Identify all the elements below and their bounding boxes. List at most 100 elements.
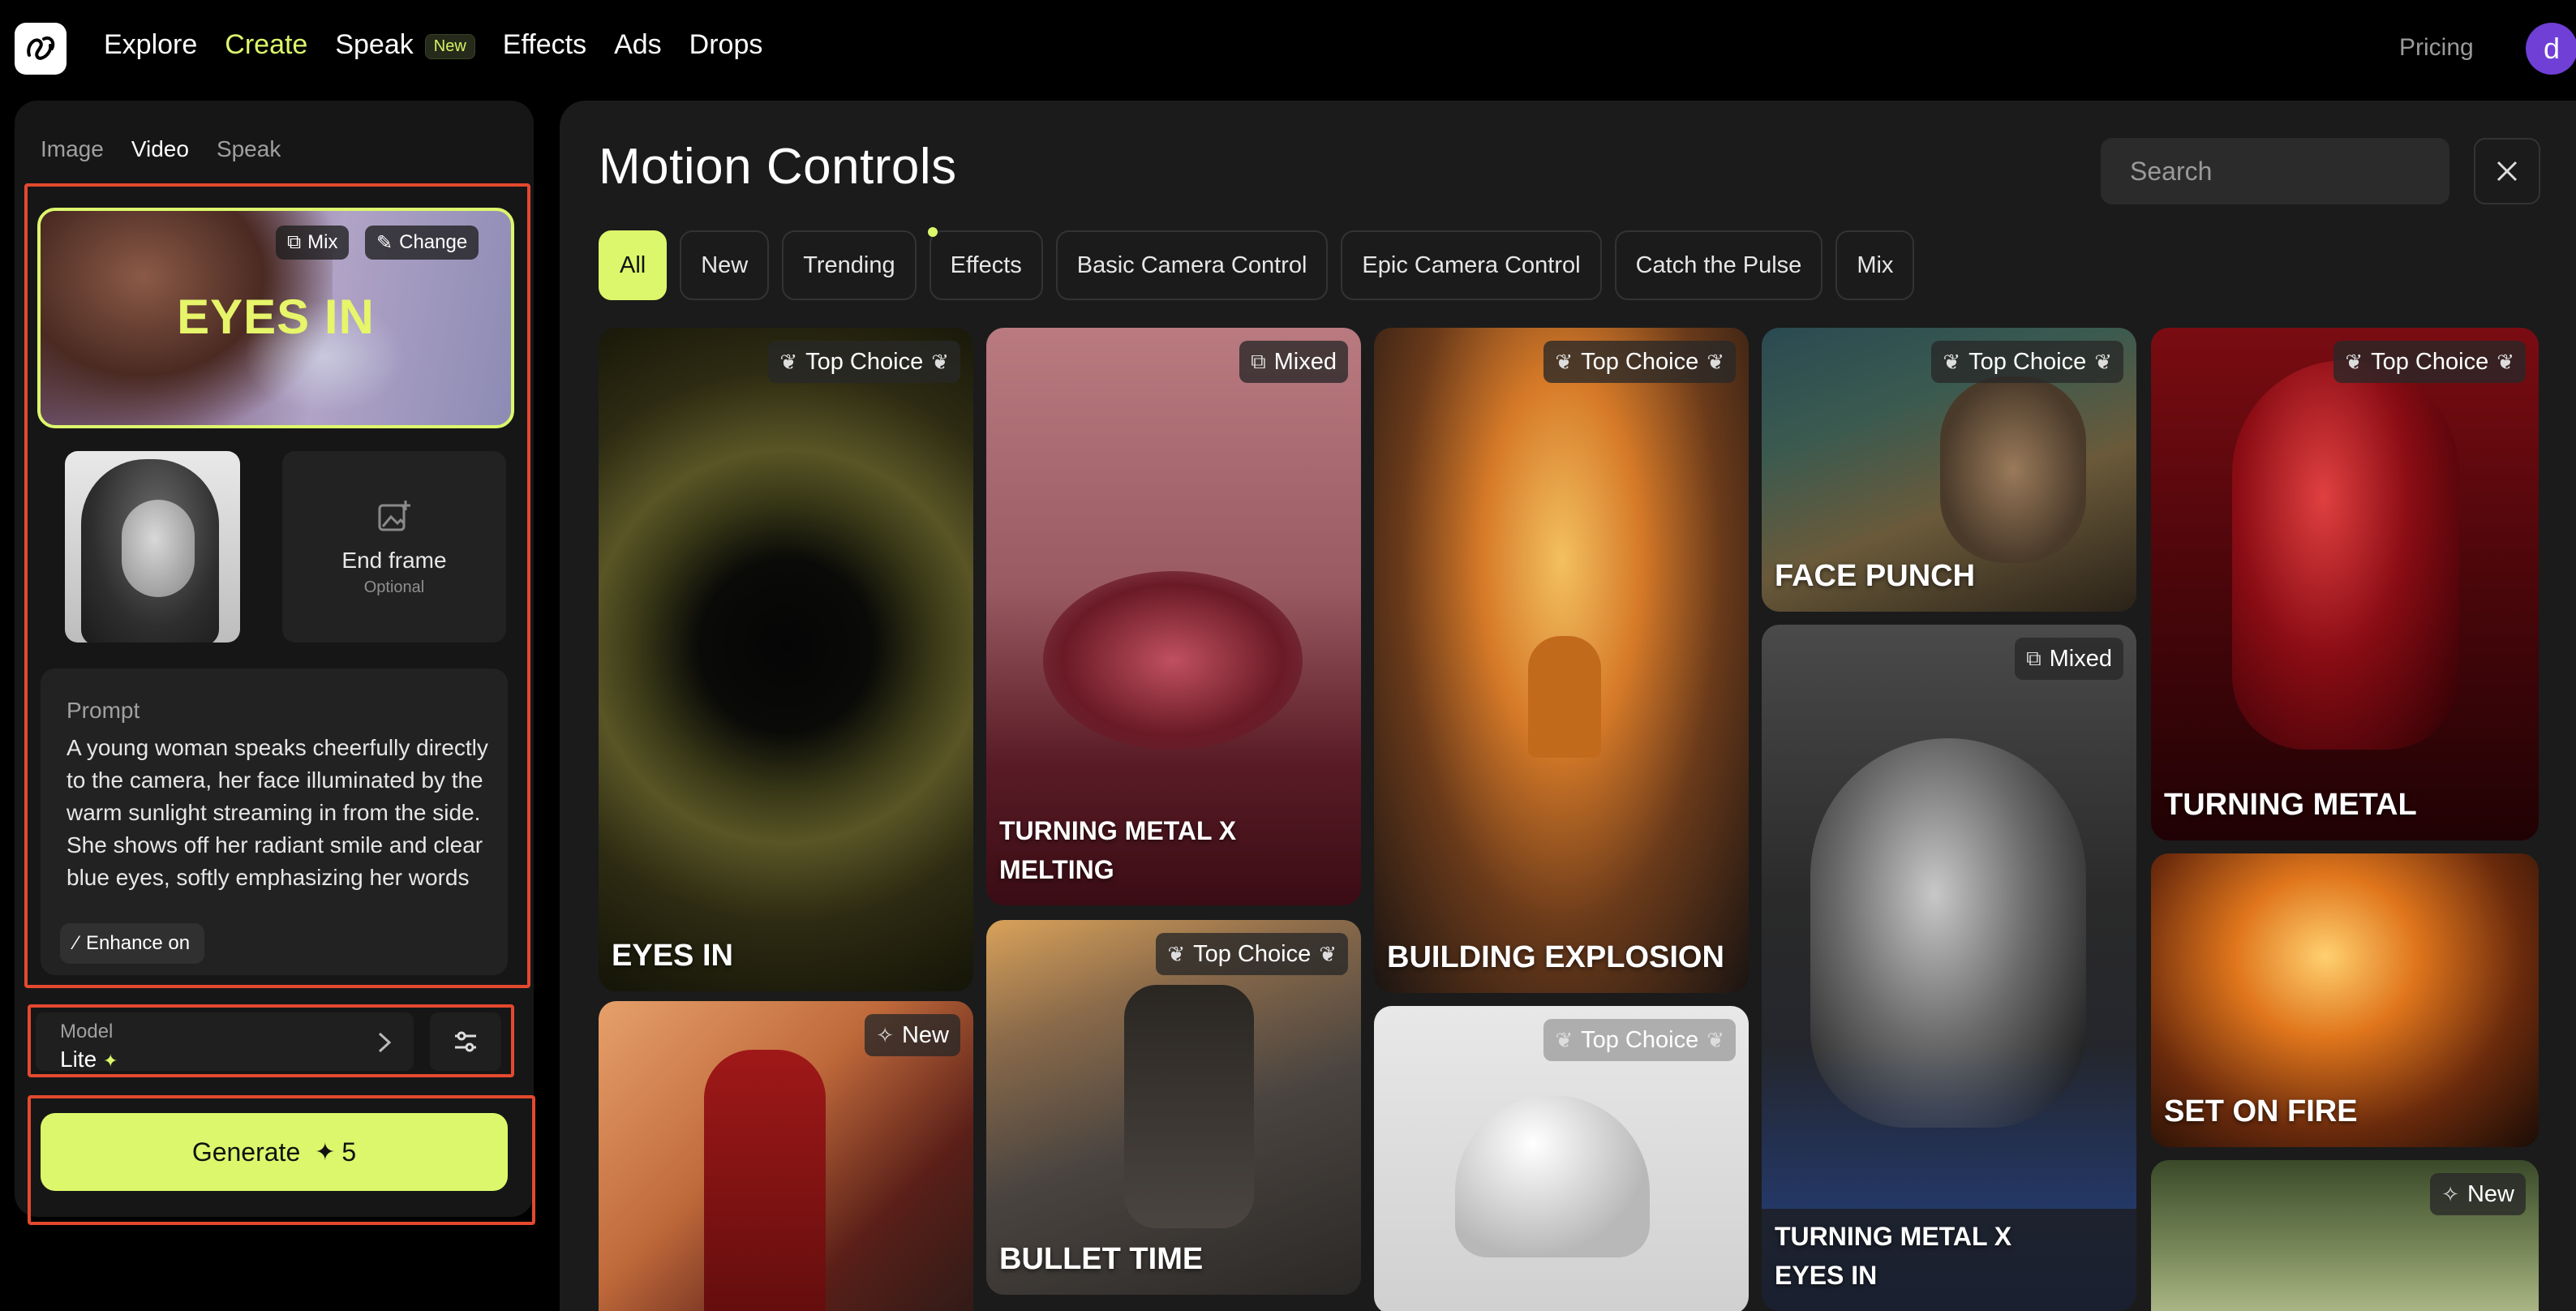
sparkle-icon: ✧ bbox=[2441, 1181, 2459, 1206]
end-frame-slot[interactable]: End frame Optional bbox=[282, 451, 506, 643]
nav-speak-label: Speak bbox=[335, 29, 414, 60]
end-frame-subtitle: Optional bbox=[363, 578, 425, 596]
model-selector[interactable]: Model Lite ✦ bbox=[36, 1012, 414, 1072]
effect-card-turning-metal-x-melting[interactable]: ⧉ Mixed TURNING METAL X MELTING bbox=[986, 328, 1361, 905]
filter-new[interactable]: New bbox=[680, 230, 770, 300]
card-helmet-shape bbox=[1455, 1095, 1650, 1257]
card-scarf bbox=[1762, 1047, 2136, 1209]
mix-button[interactable]: ⧉ Mix bbox=[276, 226, 350, 260]
nav-create[interactable]: Create bbox=[225, 29, 307, 61]
badge-label: New bbox=[901, 1021, 949, 1048]
enhance-toggle[interactable]: ⁄ Enhance on bbox=[60, 923, 205, 964]
settings-sliders-button[interactable] bbox=[430, 1012, 501, 1071]
badge-label: Mixed bbox=[2049, 645, 2112, 672]
laurel-icon: ❦ bbox=[779, 349, 798, 374]
badge-label: Top Choice bbox=[1193, 940, 1312, 967]
tab-image[interactable]: Image bbox=[41, 136, 104, 162]
effect-card-turning-metal[interactable]: ❦ Top Choice ❦ TURNING METAL bbox=[2151, 328, 2539, 840]
copy-icon: ⧉ bbox=[2026, 646, 2041, 670]
sparkle-icon: ✦ bbox=[102, 1051, 118, 1071]
badge-label: Top Choice bbox=[2371, 348, 2489, 375]
filter-effects[interactable]: Effects bbox=[927, 227, 1043, 300]
effect-card-building-explosion[interactable]: ❦ Top Choice ❦ BUILDING EXPLOSION bbox=[1374, 328, 1749, 993]
effect-card-red-coat[interactable]: ✧ New bbox=[599, 1001, 973, 1311]
change-label: Change bbox=[399, 231, 468, 253]
badge-label: Top Choice bbox=[1968, 348, 2087, 375]
card-figure bbox=[1124, 985, 1254, 1228]
enhance-label: Enhance on bbox=[86, 932, 191, 954]
end-frame-title: End frame bbox=[341, 547, 447, 573]
top-choice-badge: ❦ Top Choice ❦ bbox=[1543, 1019, 1736, 1061]
new-badge: ✧ New bbox=[2430, 1173, 2526, 1215]
mode-tabs: Image Video Speak bbox=[41, 136, 281, 162]
badge-label: New bbox=[2467, 1180, 2514, 1207]
tab-speak[interactable]: Speak bbox=[217, 136, 281, 162]
card-title: BUILDING EXPLOSION bbox=[1387, 940, 1724, 974]
search-box[interactable] bbox=[2101, 138, 2449, 204]
effect-card-helmet[interactable]: ❦ Top Choice ❦ bbox=[1374, 1006, 1749, 1311]
nav-drops[interactable]: Drops bbox=[689, 29, 763, 61]
filter-epic-camera-control[interactable]: Epic Camera Control bbox=[1341, 230, 1602, 300]
mixed-badge: ⧉ Mixed bbox=[2015, 638, 2123, 680]
badge-label: Mixed bbox=[1273, 348, 1337, 375]
app-logo-icon[interactable] bbox=[15, 23, 67, 75]
prompt-label: Prompt bbox=[67, 698, 140, 723]
model-value: Lite ✦ bbox=[60, 1047, 118, 1072]
sliders-icon bbox=[455, 1031, 476, 1052]
card-title: BULLET TIME bbox=[999, 1242, 1204, 1276]
credits-icon: ✦ bbox=[315, 1138, 336, 1166]
laurel-icon: ❦ bbox=[1555, 349, 1574, 374]
generate-button[interactable]: Generate ✦ 5 bbox=[41, 1113, 508, 1191]
selected-effect-card[interactable]: EYES IN ⧉ Mix ✎ Change bbox=[37, 208, 514, 428]
top-choice-badge: ❦ Top Choice ❦ bbox=[1543, 341, 1736, 383]
model-label: Model bbox=[60, 1021, 114, 1042]
laurel-icon: ❦ bbox=[1943, 349, 1961, 374]
nav-speak[interactable]: Speak New bbox=[335, 29, 475, 61]
model-name: Lite bbox=[60, 1047, 97, 1072]
filter-catch-the-pulse[interactable]: Catch the Pulse bbox=[1614, 230, 1823, 300]
mix-label: Mix bbox=[307, 231, 338, 253]
filter-mix[interactable]: Mix bbox=[1835, 230, 1915, 300]
effect-card-face-punch[interactable]: ❦ Top Choice ❦ FACE PUNCH bbox=[1762, 328, 2136, 612]
nav-effects[interactable]: Effects bbox=[503, 29, 586, 61]
tab-video[interactable]: Video bbox=[131, 136, 189, 162]
new-dot bbox=[927, 227, 938, 237]
generate-cost: 5 bbox=[341, 1137, 357, 1167]
laurel-icon: ❦ bbox=[1319, 941, 1337, 966]
user-avatar[interactable]: d bbox=[2526, 23, 2576, 75]
effect-card-tunnel[interactable]: ✧ New bbox=[2151, 1160, 2539, 1311]
prompt-textarea[interactable]: A young woman speaks cheerfully directly… bbox=[67, 732, 496, 902]
motion-controls-panel: Motion Controls All New Trending Effects… bbox=[560, 101, 2576, 1311]
new-badge: New bbox=[424, 33, 475, 59]
laurel-icon: ❦ bbox=[1707, 1027, 1724, 1052]
top-choice-badge: ❦ Top Choice ❦ bbox=[768, 341, 960, 383]
search-input[interactable] bbox=[2128, 155, 2422, 187]
nav-ads[interactable]: Ads bbox=[614, 29, 662, 61]
main-nav: Explore Create Speak New Effects Ads Drop… bbox=[104, 29, 762, 61]
nav-explore[interactable]: Explore bbox=[104, 29, 197, 61]
start-frame-image[interactable] bbox=[65, 451, 240, 643]
laurel-icon: ❦ bbox=[2497, 349, 2514, 374]
card-title: EYES IN bbox=[612, 939, 733, 973]
filter-all[interactable]: All bbox=[599, 230, 668, 300]
pricing-link[interactable]: Pricing bbox=[2399, 34, 2474, 62]
close-button[interactable] bbox=[2474, 138, 2540, 204]
effect-card-set-on-fire[interactable]: SET ON FIRE bbox=[2151, 853, 2539, 1147]
effect-card-eyes-in[interactable]: ❦ Top Choice ❦ EYES IN bbox=[599, 328, 973, 991]
mix-icon: ⧉ bbox=[287, 231, 302, 253]
top-nav: Explore Create Speak New Effects Ads Drop… bbox=[0, 0, 2576, 99]
effect-card-bullet-time[interactable]: ❦ Top Choice ❦ BULLET TIME bbox=[986, 920, 1361, 1295]
prompt-box[interactable]: Prompt A young woman speaks cheerfully d… bbox=[41, 668, 508, 975]
effect-card-turning-metal-x-eyes-in[interactable]: ⧉ Mixed TURNING METAL X EYES IN bbox=[1762, 625, 2136, 1311]
mixed-badge: ⧉ Mixed bbox=[1239, 341, 1348, 383]
change-button[interactable]: ✎ Change bbox=[365, 226, 479, 260]
top-choice-badge: ❦ Top Choice ❦ bbox=[2333, 341, 2526, 383]
badge-label: Top Choice bbox=[1581, 348, 1699, 375]
laurel-icon: ❦ bbox=[1707, 349, 1724, 374]
top-choice-badge: ❦ Top Choice ❦ bbox=[1931, 341, 2123, 383]
filter-trending[interactable]: Trending bbox=[782, 230, 917, 300]
portrait-face bbox=[122, 500, 195, 597]
badge-label: Top Choice bbox=[1581, 1026, 1699, 1053]
card-title: SET ON FIRE bbox=[2164, 1094, 2358, 1128]
filter-basic-camera-control[interactable]: Basic Camera Control bbox=[1055, 230, 1329, 300]
